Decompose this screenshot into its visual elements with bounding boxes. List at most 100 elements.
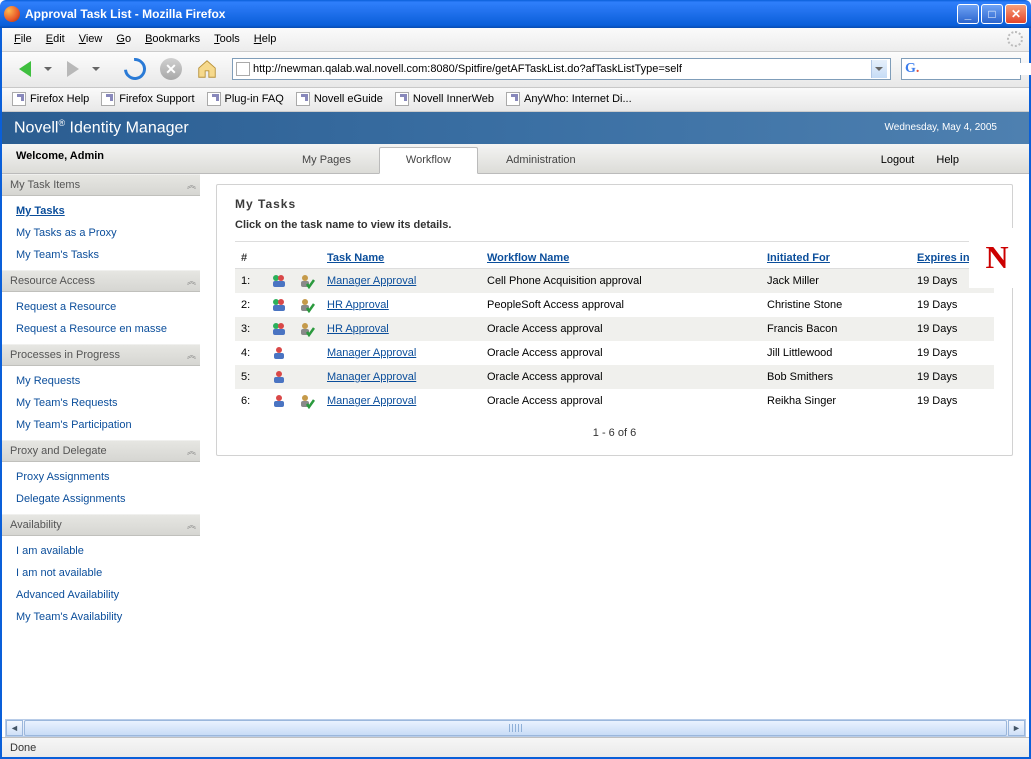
- task-table: # Task Name Workflow Name Initiated For …: [235, 248, 994, 413]
- tab-workflow[interactable]: Workflow: [379, 147, 478, 174]
- search-bar[interactable]: G.: [901, 58, 1021, 80]
- menu-help[interactable]: Help: [248, 31, 283, 47]
- maximize-button[interactable]: □: [981, 4, 1003, 24]
- status-bar: Done: [2, 737, 1029, 757]
- reload-button[interactable]: [120, 54, 150, 84]
- sidebar-item[interactable]: Delegate Assignments: [2, 488, 200, 510]
- sidebar-group-title: Proxy and Delegate: [10, 445, 107, 457]
- row-number: 4:: [235, 341, 265, 365]
- logout-link[interactable]: Logout: [881, 154, 915, 166]
- url-dropdown[interactable]: [871, 60, 887, 78]
- scroll-left-button[interactable]: ◄: [6, 720, 23, 736]
- sidebar-item[interactable]: Proxy Assignments: [2, 466, 200, 488]
- sidebar-item[interactable]: Request a Resource en masse: [2, 318, 200, 340]
- task-link[interactable]: HR Approval: [327, 299, 389, 311]
- sidebar-item[interactable]: I am available: [2, 540, 200, 562]
- bookmark-item[interactable]: AnyWho: Internet Di...: [502, 90, 636, 108]
- page-icon: [236, 62, 250, 76]
- panel-instruction: Click on the task name to view its detai…: [235, 219, 994, 231]
- collapse-icon: ︽: [187, 444, 192, 457]
- header-date: Wednesday, May 4, 2005: [885, 122, 997, 133]
- task-link[interactable]: HR Approval: [327, 323, 389, 335]
- bookmark-item[interactable]: Plug-in FAQ: [203, 90, 288, 108]
- col-initiated-for[interactable]: Initiated For: [761, 248, 911, 269]
- sidebar-group-header[interactable]: Availability ︽: [2, 514, 200, 536]
- col-number: #: [235, 248, 265, 269]
- menu-file[interactable]: File: [8, 31, 38, 47]
- bookmark-item[interactable]: Firefox Support: [97, 90, 198, 108]
- bookmark-item[interactable]: Novell eGuide: [292, 90, 387, 108]
- tab-my-pages[interactable]: My Pages: [276, 148, 377, 173]
- table-row: 6: Manager Approval Oracle Access approval…: [235, 389, 994, 413]
- forward-history-dropdown[interactable]: [92, 67, 100, 71]
- sidebar-item[interactable]: My Tasks as a Proxy: [2, 222, 200, 244]
- sidebar-item[interactable]: My Team's Participation: [2, 414, 200, 436]
- sidebar-group-title: Processes in Progress: [10, 349, 120, 361]
- sidebar-item[interactable]: My Team's Availability: [2, 606, 200, 628]
- home-button[interactable]: [192, 54, 222, 84]
- initiated-cell: Bob Smithers: [761, 365, 911, 389]
- menu-tools[interactable]: Tools: [208, 31, 246, 47]
- expires-cell: 19 Days: [911, 317, 994, 341]
- scroll-thumb[interactable]: [24, 720, 1007, 736]
- row-number: 5:: [235, 365, 265, 389]
- row-number: 6:: [235, 389, 265, 413]
- sidebar-item[interactable]: I am not available: [2, 562, 200, 584]
- collapse-icon: ︽: [187, 348, 192, 361]
- sidebar-item[interactable]: My Tasks: [2, 200, 200, 222]
- welcome-text: Welcome, Admin: [16, 150, 104, 162]
- assignee-icon: [265, 389, 293, 413]
- forward-button[interactable]: [58, 54, 88, 84]
- assignee-icon: [265, 317, 293, 341]
- col-task-name[interactable]: Task Name: [321, 248, 481, 269]
- bookmarks-toolbar: Firefox HelpFirefox SupportPlug-in FAQNo…: [2, 88, 1029, 112]
- scroll-right-button[interactable]: ►: [1008, 720, 1025, 736]
- task-link[interactable]: Manager Approval: [327, 395, 416, 407]
- assignee-icon: [265, 341, 293, 365]
- collapse-icon: ︽: [187, 518, 192, 531]
- task-link[interactable]: Manager Approval: [327, 371, 416, 383]
- workflow-cell: Oracle Access approval: [481, 389, 761, 413]
- task-link[interactable]: Manager Approval: [327, 275, 416, 287]
- search-input[interactable]: [919, 63, 1031, 75]
- sidebar-item[interactable]: My Team's Tasks: [2, 244, 200, 266]
- menu-bookmarks[interactable]: Bookmarks: [139, 31, 206, 47]
- help-link[interactable]: Help: [936, 154, 959, 166]
- minimize-button[interactable]: _: [957, 4, 979, 24]
- window-title: Approval Task List - Mozilla Firefox: [25, 7, 957, 21]
- stop-button[interactable]: ✕: [156, 54, 186, 84]
- sidebar-group-title: Resource Access: [10, 275, 95, 287]
- url-input[interactable]: [250, 63, 871, 75]
- workflow-cell: PeopleSoft Access approval: [481, 293, 761, 317]
- tab-administration[interactable]: Administration: [480, 148, 602, 173]
- back-history-dropdown[interactable]: [44, 67, 52, 71]
- bookmark-label: Novell InnerWeb: [413, 93, 494, 105]
- sidebar-group-title: Availability: [10, 519, 62, 531]
- assignee-icon: [265, 268, 293, 293]
- close-button[interactable]: ✕: [1005, 4, 1027, 24]
- sidebar-item[interactable]: Advanced Availability: [2, 584, 200, 606]
- sidebar-item[interactable]: My Requests: [2, 370, 200, 392]
- menu-edit[interactable]: Edit: [40, 31, 71, 47]
- task-link[interactable]: Manager Approval: [327, 347, 416, 359]
- bookmark-icon: [101, 92, 115, 106]
- row-number: 2:: [235, 293, 265, 317]
- bookmark-item[interactable]: Firefox Help: [8, 90, 93, 108]
- col-workflow-name[interactable]: Workflow Name: [481, 248, 761, 269]
- sidebar-item[interactable]: Request a Resource: [2, 296, 200, 318]
- sidebar-item[interactable]: My Team's Requests: [2, 392, 200, 414]
- sidebar-group-header[interactable]: Resource Access︽: [2, 270, 200, 292]
- panel-title: My Tasks: [235, 197, 994, 211]
- menu-go[interactable]: Go: [110, 31, 137, 47]
- sidebar-group-header[interactable]: Proxy and Delegate ︽: [2, 440, 200, 462]
- menu-view[interactable]: View: [73, 31, 109, 47]
- bookmark-item[interactable]: Novell InnerWeb: [391, 90, 498, 108]
- horizontal-scrollbar[interactable]: ◄ ►: [5, 719, 1026, 737]
- collapse-icon: ︽: [187, 178, 192, 191]
- sidebar-group-header[interactable]: Processes in Progress ︽: [2, 344, 200, 366]
- sidebar-group-header[interactable]: My Task Items︽: [2, 174, 200, 196]
- throbber-icon: [1007, 31, 1023, 47]
- initiated-cell: Jack Miller: [761, 268, 911, 293]
- url-bar[interactable]: [232, 58, 891, 80]
- back-button[interactable]: [10, 54, 40, 84]
